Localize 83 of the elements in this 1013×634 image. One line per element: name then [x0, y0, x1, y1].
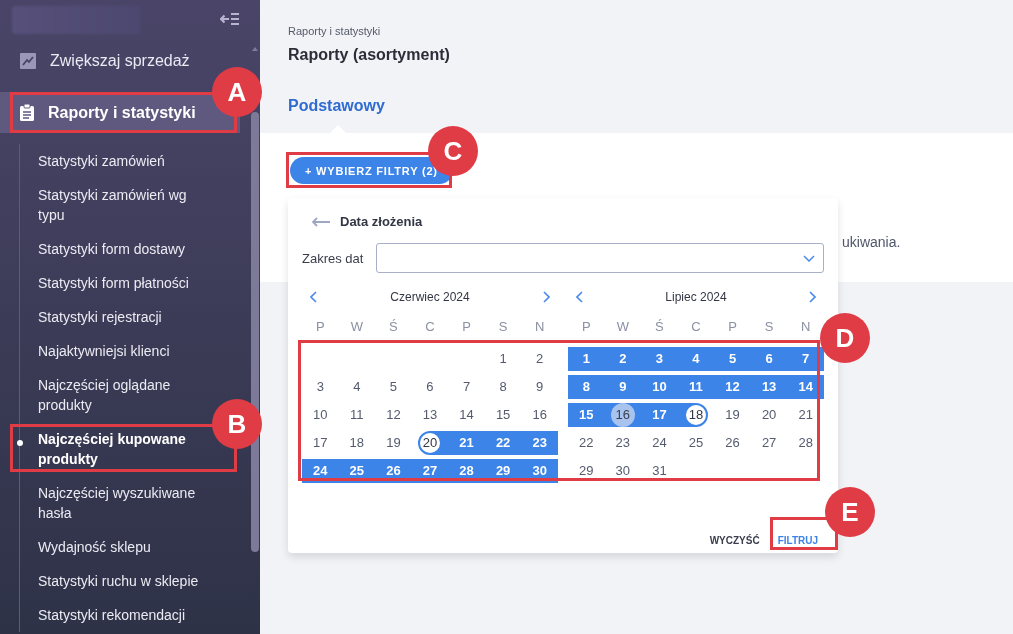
submenu-item[interactable]: Statystyki zamówień wg typu: [20, 178, 206, 232]
weekday-label: Ś: [388, 319, 399, 335]
submenu-item[interactable]: Wydajność sklepu: [20, 530, 206, 564]
submenu-item[interactable]: Statystyki form płatności: [20, 266, 206, 300]
calendar-day[interactable]: 14: [454, 403, 479, 427]
page-title: Raporty (asortyment): [288, 46, 451, 64]
weekday-label: N: [800, 319, 812, 335]
calendar-day[interactable]: 4: [344, 375, 369, 399]
calendar-day[interactable]: 29: [574, 459, 599, 483]
submenu-item[interactable]: Najczęściej oglądane produkty: [20, 368, 206, 422]
submenu-item[interactable]: Najczęściej wyszukiwane hasła: [20, 476, 206, 530]
calendar-day[interactable]: 15: [491, 403, 516, 427]
calendar-day[interactable]: 23: [610, 431, 635, 455]
field-label: Zakres dat: [302, 250, 365, 266]
breadcrumb[interactable]: Raporty i statystyki: [288, 25, 985, 37]
calendar-day[interactable]: 19: [381, 431, 406, 455]
weekday-label: N: [534, 319, 546, 335]
chart-icon: [20, 52, 36, 69]
calendar-day[interactable]: 9: [527, 375, 552, 399]
calendar-day[interactable]: 11: [344, 403, 369, 427]
calendar-day[interactable]: 24: [647, 431, 672, 455]
scroll-up-icon[interactable]: [252, 47, 258, 51]
weekday-label: S: [763, 319, 775, 335]
weekday-label: C: [690, 319, 702, 335]
description-text: ukiwania.: [842, 234, 901, 250]
previous-month-icon[interactable]: [310, 291, 318, 303]
submenu-item[interactable]: Statystyki rekomendacji: [20, 598, 206, 632]
calendar-day[interactable]: 12: [381, 403, 406, 427]
calendar-day[interactable]: 21: [793, 403, 818, 427]
chevron-down-icon: [803, 254, 815, 262]
date-range-select[interactable]: [376, 243, 824, 273]
next-month-icon[interactable]: [808, 291, 816, 303]
filter-button[interactable]: FILTRUJ: [775, 531, 820, 550]
previous-month-icon[interactable]: [576, 291, 584, 303]
calendar-day[interactable]: 10: [308, 403, 333, 427]
calendar-day[interactable]: 2: [527, 347, 552, 371]
calendar-day[interactable]: 16: [527, 403, 552, 427]
next-month-icon[interactable]: [542, 291, 550, 303]
filter-title: Data złożenia: [340, 214, 423, 229]
calendar-day[interactable]: 18: [684, 403, 708, 427]
clipboard-icon: [20, 104, 34, 121]
calendar-day[interactable]: 30: [610, 459, 635, 483]
submenu-item[interactable]: Najaktywniejsi klienci: [20, 334, 206, 368]
calendar-day[interactable]: 19: [720, 403, 745, 427]
calendar-day[interactable]: 13: [418, 403, 442, 427]
weekday-label: P: [580, 319, 592, 335]
weekday-label: P: [461, 319, 472, 335]
calendar-day[interactable]: 31: [647, 459, 672, 483]
calendar-day[interactable]: 16: [610, 403, 635, 427]
calendar-day[interactable]: 18: [344, 431, 369, 455]
month-title: Czerwiec 2024: [390, 290, 470, 304]
weekday-label: P: [314, 319, 326, 335]
calendar-day[interactable]: 28: [793, 431, 818, 455]
calendar-day[interactable]: 5: [381, 375, 406, 399]
calendar-day[interactable]: 3: [308, 375, 333, 399]
scrollbar[interactable]: [251, 112, 259, 552]
calendar-day[interactable]: 20: [418, 431, 442, 455]
back-arrow-icon[interactable]: [312, 216, 330, 227]
clear-button[interactable]: WYCZYŚĆ: [707, 531, 762, 550]
calendar-day[interactable]: 27: [757, 431, 782, 455]
calendar-day[interactable]: 26: [720, 431, 745, 455]
calendar-day[interactable]: 17: [308, 431, 333, 455]
submenu-item[interactable]: Statystyki zamówień: [20, 144, 206, 178]
calendar-day[interactable]: 25: [684, 431, 708, 455]
calendar-day[interactable]: 7: [454, 375, 479, 399]
weekday-label: P: [727, 319, 738, 335]
tab[interactable]: Podstawowy: [288, 97, 385, 115]
calendar-day[interactable]: 22: [574, 431, 599, 455]
calendar-day[interactable]: 6: [418, 375, 442, 399]
calendar-day[interactable]: 20: [757, 403, 782, 427]
collapse-menu-icon[interactable]: [220, 12, 240, 26]
month-title: Lipiec 2024: [665, 290, 727, 304]
submenu-item[interactable]: Najczęściej kupowane produkty: [20, 422, 206, 476]
calendar-day[interactable]: 1: [491, 347, 516, 371]
calendar-day[interactable]: 8: [491, 375, 516, 399]
weekday-label: Ś: [654, 319, 665, 335]
weekday-label: W: [349, 319, 364, 335]
submenu-item[interactable]: Statystyki ruchu w sklepie: [20, 564, 206, 598]
submenu-item[interactable]: Statystyki form dostawy: [20, 232, 206, 266]
weekday-label: W: [615, 319, 630, 335]
submenu-item[interactable]: Statystyki rejestracji: [20, 300, 206, 334]
weekday-label: C: [424, 319, 436, 335]
weekday-label: S: [497, 319, 509, 335]
